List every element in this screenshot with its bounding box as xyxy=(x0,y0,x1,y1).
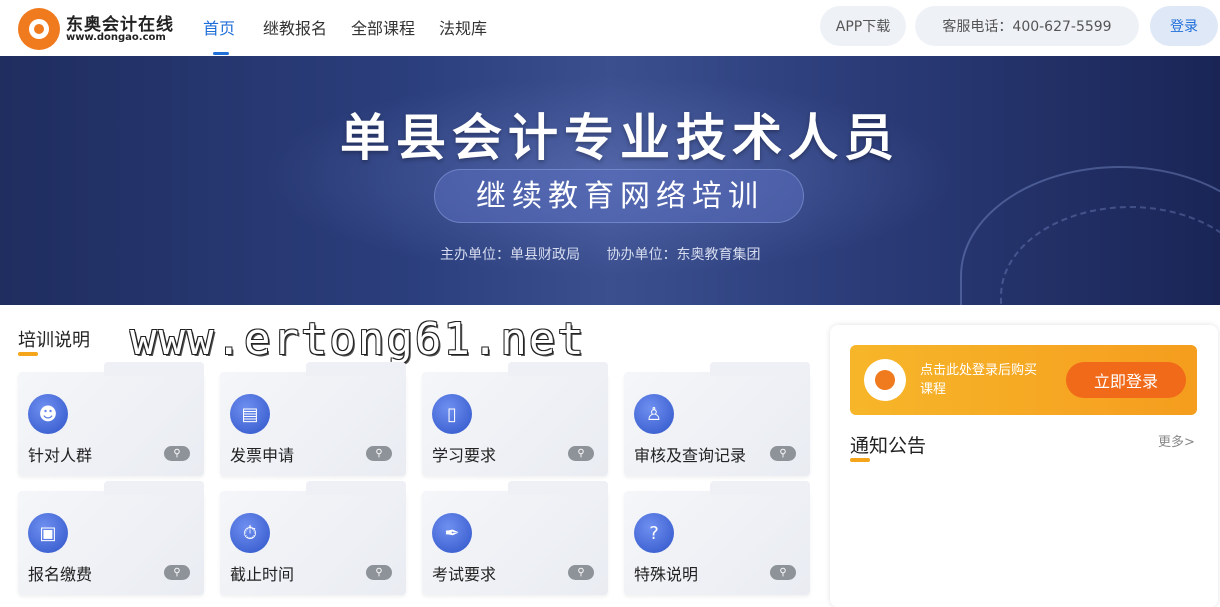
hotline-badge: 客服电话：400-627-5599 xyxy=(915,6,1139,46)
card-label: 学习要求 xyxy=(432,446,497,465)
search-icon[interactable]: ⚲ xyxy=(568,565,594,580)
promo-text: 点击此处登录后购买课程 xyxy=(920,363,1038,397)
search-icon[interactable]: ⚲ xyxy=(366,446,392,461)
logo-icon xyxy=(864,359,906,401)
nav-active-indicator xyxy=(213,52,229,55)
login-button[interactable]: 登录 xyxy=(1150,6,1218,46)
search-icon[interactable]: ⚲ xyxy=(164,565,190,580)
clipboard-icon: ? xyxy=(634,513,674,553)
card-label: 报名缴费 xyxy=(28,565,93,584)
nav-home[interactable]: 首页 xyxy=(203,15,235,39)
sidebar-panel: 点击此处登录后购买课程 立即登录 通知公告 更多> xyxy=(830,325,1218,607)
banner-title: 单县会计专业技术人员 xyxy=(340,109,900,167)
nav-law-library[interactable]: 法规库 xyxy=(439,15,487,39)
banner-host: 主办单位：单县财政局 xyxy=(440,247,580,263)
users-icon: ☻ xyxy=(28,394,68,434)
logo-icon xyxy=(18,8,60,50)
top-navbar: 东奥会计在线 www.dongao.com 首页 继教报名 全部课程 法规库 A… xyxy=(0,0,1220,56)
card-label: 针对人群 xyxy=(28,446,93,465)
search-icon[interactable]: ⚲ xyxy=(164,446,190,461)
notice-more-link[interactable]: 更多> xyxy=(1158,431,1195,450)
login-promo-banner[interactable]: 点击此处登录后购买课程 立即登录 xyxy=(850,345,1197,415)
search-icon[interactable]: ⚲ xyxy=(770,565,796,580)
section-accent-bar xyxy=(18,352,38,356)
brand-url: www.dongao.com xyxy=(66,32,166,43)
card-label: 发票申请 xyxy=(230,446,295,465)
card-study-requirements[interactable]: ▯ 学习要求 ⚲ xyxy=(422,362,608,476)
pen-icon: ✒ xyxy=(432,513,472,553)
search-icon[interactable]: ⚲ xyxy=(366,565,392,580)
search-icon[interactable]: ⚲ xyxy=(568,446,594,461)
card-target-audience[interactable]: ☻ 针对人群 ⚲ xyxy=(18,362,204,476)
nav-enroll[interactable]: 继教报名 xyxy=(263,15,327,39)
notice-title: 通知公告 xyxy=(850,435,927,457)
card-label: 考试要求 xyxy=(432,565,497,584)
person-icon: ♙ xyxy=(634,394,674,434)
invoice-icon: ▤ xyxy=(230,394,270,434)
app-download-button[interactable]: APP下载 xyxy=(820,6,906,46)
card-deadline[interactable]: ⏱ 截止时间 ⚲ xyxy=(220,481,406,595)
hero-banner: 单县会计专业技术人员 继续教育网络培训 主办单位：单县财政局 协办单位：东奥教育… xyxy=(0,56,1220,305)
card-exam-requirements[interactable]: ✒ 考试要求 ⚲ xyxy=(422,481,608,595)
banner-co-host: 协办单位：东奥教育集团 xyxy=(606,247,761,263)
card-invoice[interactable]: ▤ 发票申请 ⚲ xyxy=(220,362,406,476)
card-label: 特殊说明 xyxy=(634,565,699,584)
stopwatch-icon: ⏱ xyxy=(230,513,270,553)
banner-subtitle: 继续教育网络培训 xyxy=(476,179,764,214)
card-label: 审核及查询记录 xyxy=(634,446,747,465)
login-now-button[interactable]: 立即登录 xyxy=(1066,362,1186,398)
watermark-text: www.ertong61.net xyxy=(130,314,586,365)
book-icon: ▯ xyxy=(432,394,472,434)
notice-accent-bar xyxy=(850,458,870,462)
training-section-title: 培训说明 xyxy=(18,330,90,351)
card-label: 截止时间 xyxy=(230,565,295,584)
brand-logo[interactable]: 东奥会计在线 www.dongao.com xyxy=(18,6,178,50)
nav-courses[interactable]: 全部课程 xyxy=(351,15,415,39)
banner-organizers: 主办单位：单县财政局 协办单位：东奥教育集团 xyxy=(440,244,782,264)
wallet-icon: ▣ xyxy=(28,513,68,553)
card-registration-payment[interactable]: ▣ 报名缴费 ⚲ xyxy=(18,481,204,595)
search-icon[interactable]: ⚲ xyxy=(770,446,796,461)
card-special-notes[interactable]: ? 特殊说明 ⚲ xyxy=(624,481,810,595)
banner-subtitle-pill: 继续教育网络培训 xyxy=(434,169,804,223)
card-review-records[interactable]: ♙ 审核及查询记录 ⚲ xyxy=(624,362,810,476)
